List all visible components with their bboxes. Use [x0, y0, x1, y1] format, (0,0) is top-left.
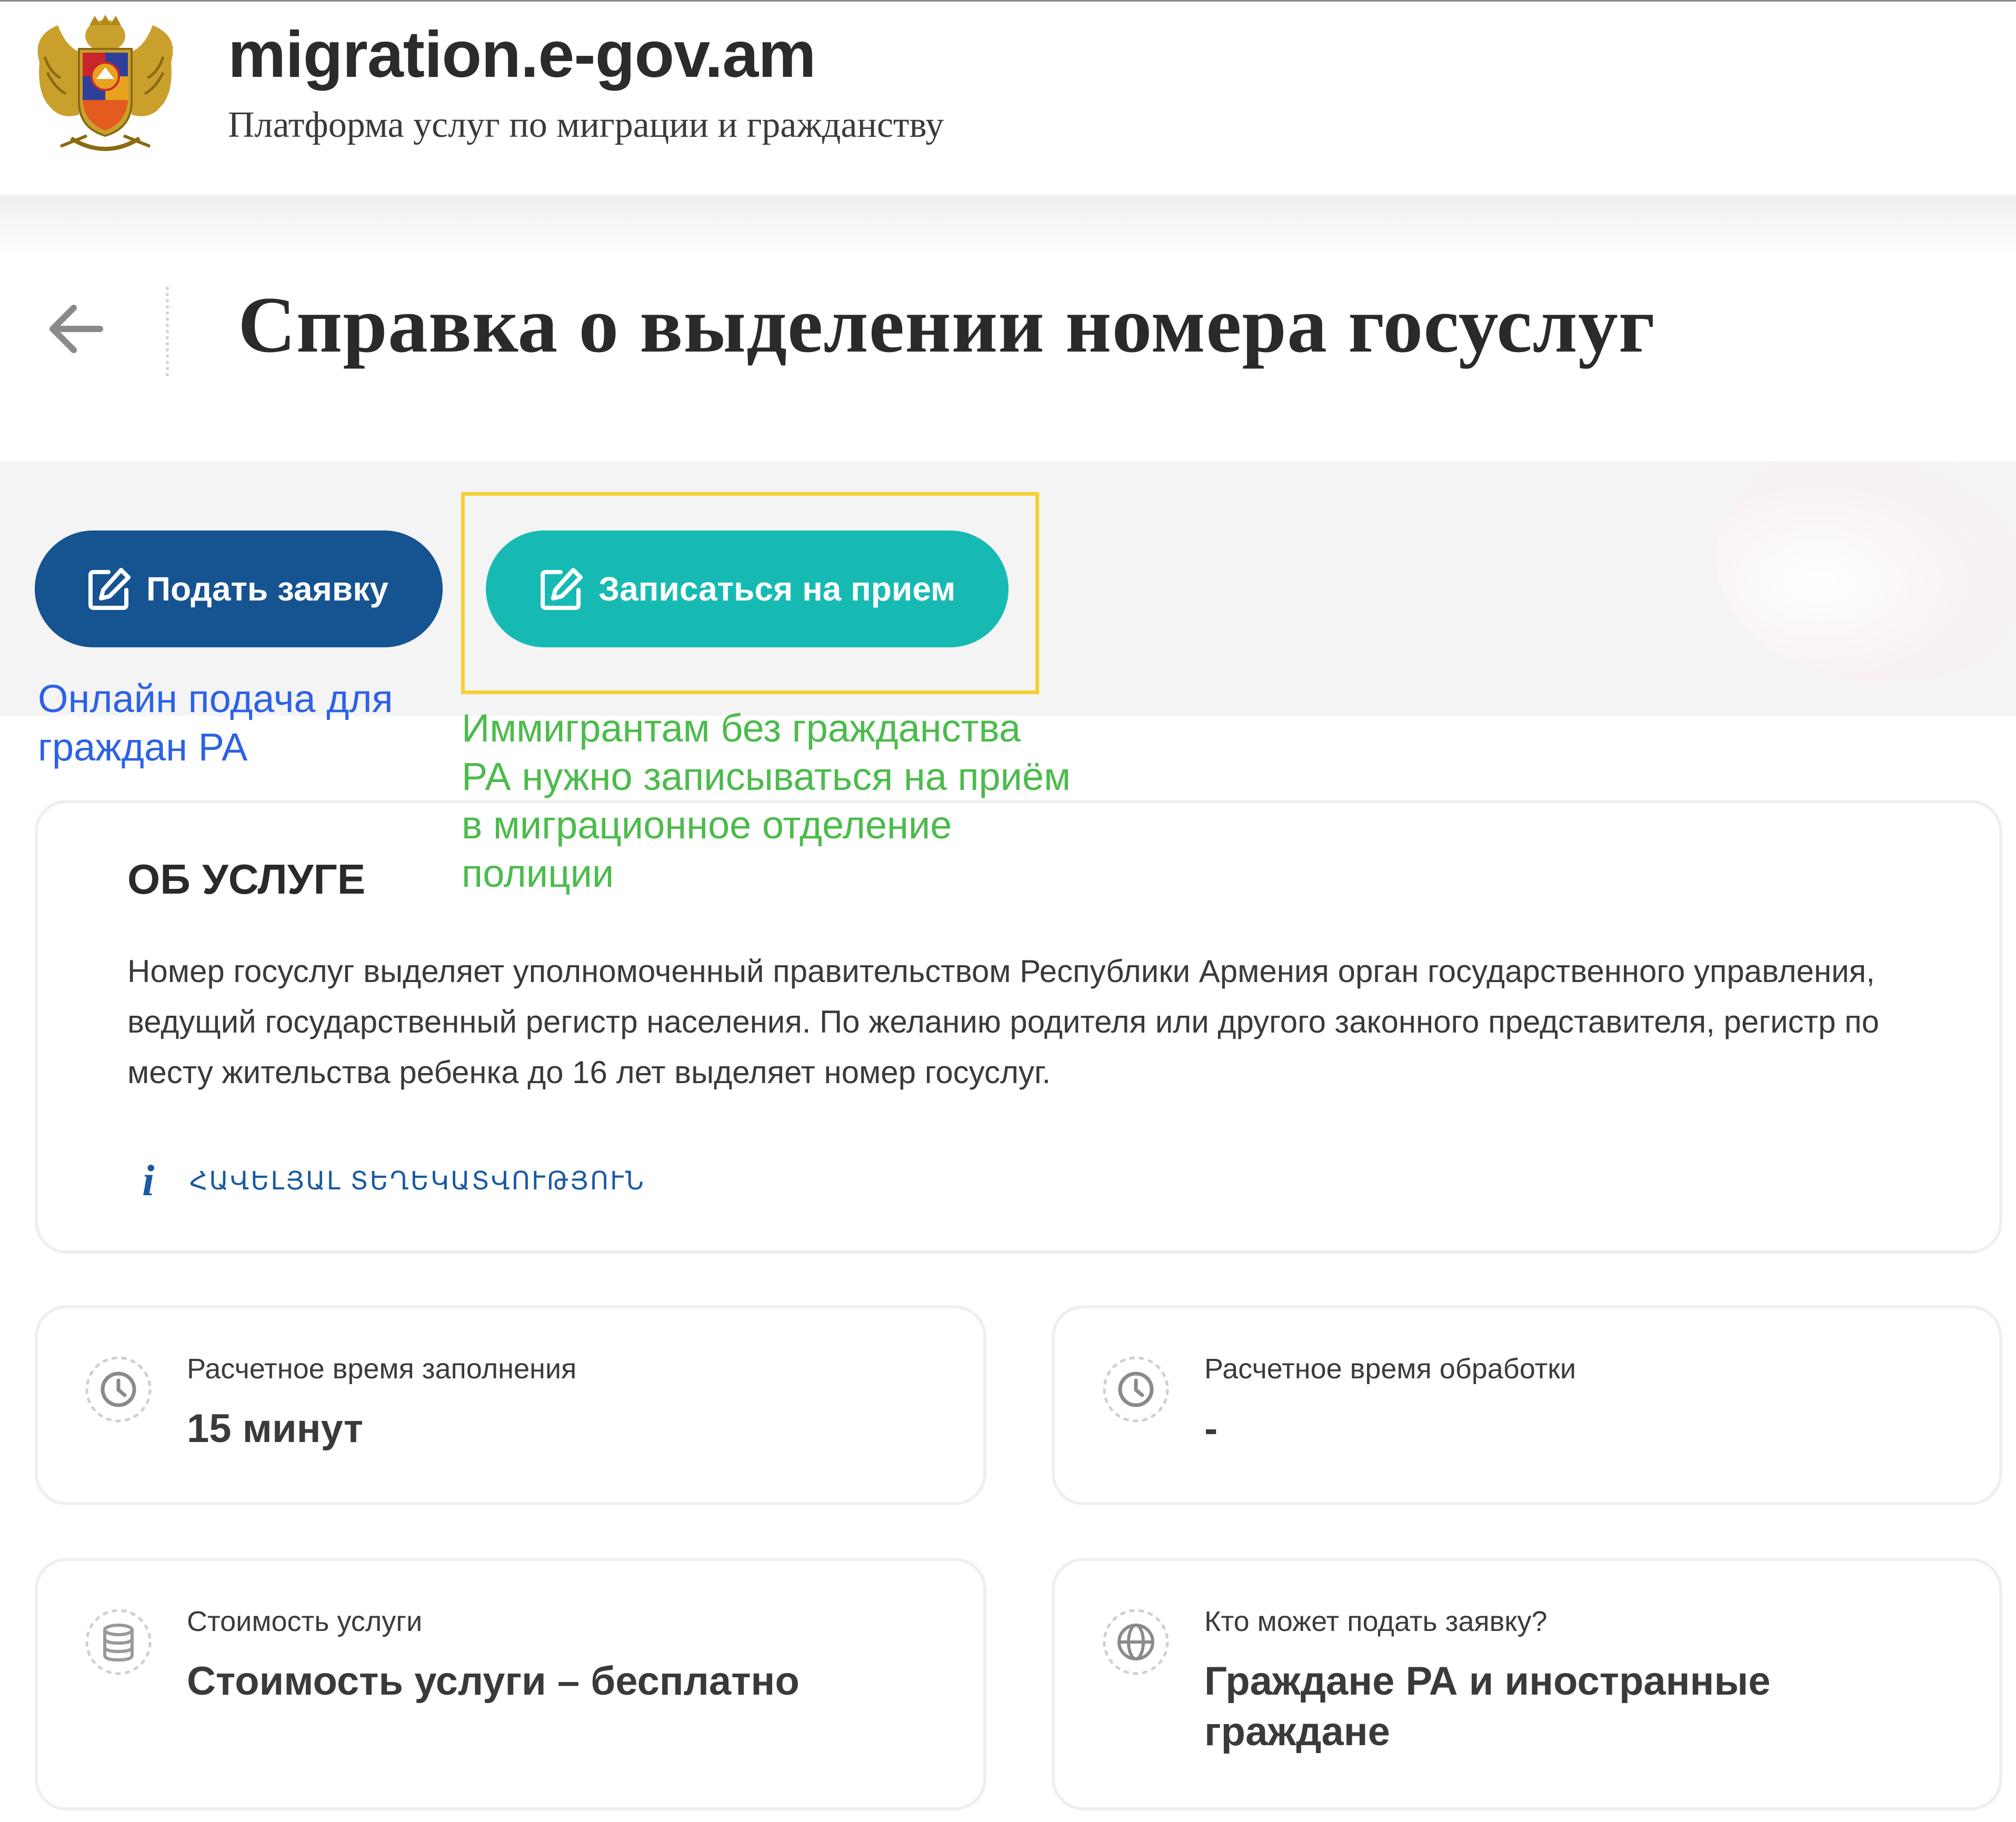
info-icon: i: [142, 1156, 155, 1205]
site-header: migration.e-gov.am Платформа услуг по ми…: [0, 0, 2016, 195]
apply-note: Онлайн подача для граждан РА: [38, 677, 393, 769]
title-divider: [166, 287, 169, 376]
apply-button-label: Подать заявку: [146, 570, 388, 608]
banner-decoration: [1716, 462, 2016, 683]
detail-value: Граждане РА и иностранные граждане: [1204, 1659, 1771, 1754]
detail-label: Расчетное время заполнения: [187, 1353, 577, 1385]
detail-label: Кто может подать заявку?: [1204, 1606, 1548, 1637]
globe-icon: [1103, 1609, 1169, 1675]
clock-icon: [85, 1356, 152, 1423]
detail-value: Стоимость услуги – бесплатно: [187, 1659, 800, 1704]
page-title: Справка о выделении номера госуслуг: [238, 281, 1655, 369]
detail-label: Расчетное время обработки: [1204, 1353, 1576, 1385]
coins-icon: [85, 1609, 152, 1675]
back-arrow-icon[interactable]: [45, 295, 108, 363]
detail-value: -: [1204, 1406, 1218, 1451]
detail-label: Стоимость услуги: [187, 1606, 423, 1637]
armenia-coat-of-arms-logo[interactable]: [29, 15, 182, 159]
book-note: Иммигрантам без гражданства РА нужно зап…: [462, 706, 1071, 895]
about-heading: ОБ УСЛУГЕ: [127, 856, 366, 903]
header-shadow: [0, 195, 2016, 258]
edit-icon: [88, 568, 131, 610]
highlight-box: [461, 492, 1039, 694]
clock-icon: [1103, 1356, 1169, 1423]
more-info-label: ՀԱՎԵԼՅԱԼ ՏԵՂԵԿԱՏՎՈՒԹՅՈՒՆ: [189, 1167, 645, 1195]
apply-button[interactable]: Подать заявку: [35, 530, 443, 647]
more-info-link[interactable]: i ՀԱՎԵԼՅԱԼ ՏԵՂԵԿԱՏՎՈՒԹՅՈՒՆ: [142, 1155, 645, 1206]
detail-value: 15 минут: [187, 1406, 363, 1451]
site-name[interactable]: migration.e-gov.am: [228, 17, 816, 92]
about-text: Номер госуслуг выделяет уполномоченный п…: [127, 954, 1880, 1090]
site-subtitle: Платформа услуг по миграции и гражданств…: [228, 105, 944, 145]
